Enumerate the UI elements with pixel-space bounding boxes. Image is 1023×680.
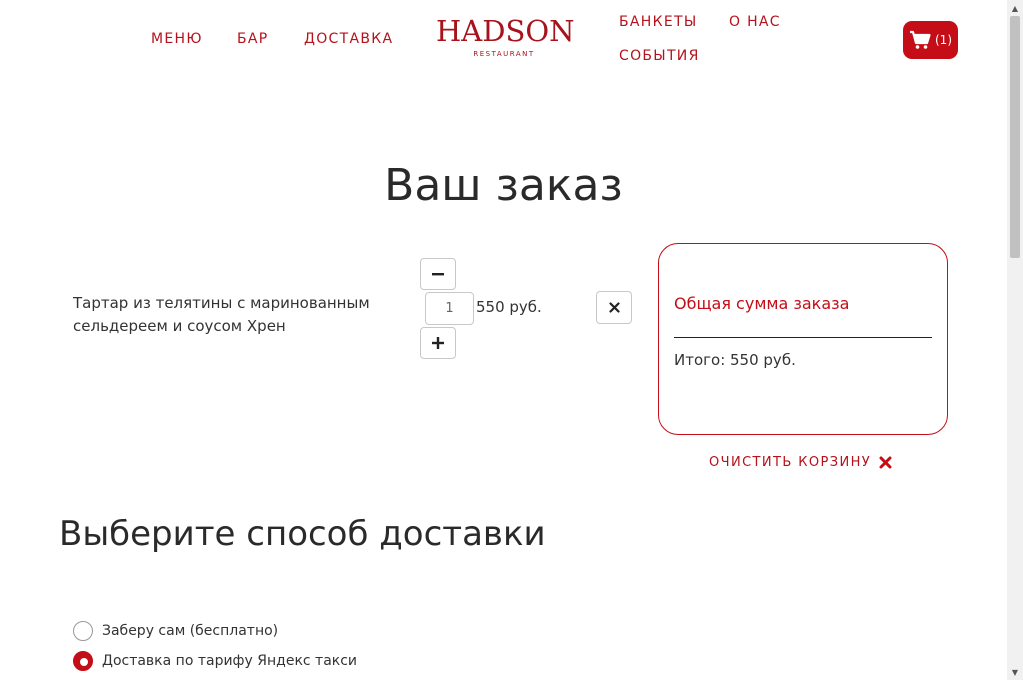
order-summary-box: Общая сумма заказа Итого: 550 руб. [658, 243, 948, 435]
nav-banquets-link[interactable]: БАНКЕТЫ [619, 14, 698, 30]
quantity-input[interactable] [425, 292, 474, 325]
order-item-name: Тартар из телятины с маринованным сельде… [73, 294, 370, 335]
clear-cart-label: ОЧИСТИТЬ КОРЗИНУ [709, 455, 872, 470]
nav-menu-link[interactable]: МЕНЮ [151, 31, 203, 47]
clear-cart-button[interactable]: ОЧИСТИТЬ КОРЗИНУ [709, 455, 892, 470]
logo-wordmark: HADSON [436, 14, 575, 48]
pickup-radio[interactable] [73, 621, 93, 641]
page-title: Ваш заказ [384, 160, 623, 211]
order-item-price: 550 руб. [476, 298, 542, 316]
quantity-decrease-button[interactable] [420, 258, 456, 290]
nav-delivery-link[interactable]: ДОСТАВКА [304, 31, 393, 47]
scroll-down-arrow-icon[interactable]: ▼ [1007, 664, 1023, 680]
cart-icon [910, 30, 931, 49]
clear-x-icon [879, 456, 892, 469]
nav-events-link[interactable]: СОБЫТИЯ [619, 48, 700, 64]
delivery-section-title: Выберите способ доставки [59, 514, 546, 554]
delivery-option-yandex-taxi[interactable]: Доставка по тарифу Яндекс такси [73, 651, 357, 671]
quantity-increase-button[interactable] [420, 327, 456, 359]
remove-item-button[interactable] [596, 291, 632, 324]
minus-icon [432, 273, 444, 276]
close-icon [608, 302, 620, 313]
nav-about-link[interactable]: О НАС [729, 14, 781, 30]
logo-subtitle: RESTAURANT [473, 50, 535, 58]
scrollbar-thumb[interactable] [1010, 16, 1020, 258]
plus-icon [432, 337, 444, 349]
scroll-up-arrow-icon[interactable]: ▲ [1007, 0, 1023, 16]
cart-button[interactable]: (1) [903, 21, 958, 59]
restaurant-logo[interactable]: HADSON RESTAURANT [436, 14, 575, 58]
summary-total: Итого: 550 руб. [674, 351, 796, 369]
yandex-taxi-radio-label: Доставка по тарифу Яндекс такси [102, 653, 358, 669]
summary-title: Общая сумма заказа [674, 294, 850, 313]
cart-count: (1) [935, 33, 952, 47]
nav-bar-link[interactable]: БАР [237, 31, 269, 47]
yandex-taxi-radio[interactable] [73, 651, 93, 671]
delivery-option-pickup[interactable]: Заберу сам (бесплатно) [73, 621, 278, 641]
page-scrollbar[interactable]: ▲ ▼ [1007, 0, 1023, 680]
pickup-radio-label: Заберу сам (бесплатно) [102, 623, 279, 639]
summary-divider [674, 337, 932, 338]
